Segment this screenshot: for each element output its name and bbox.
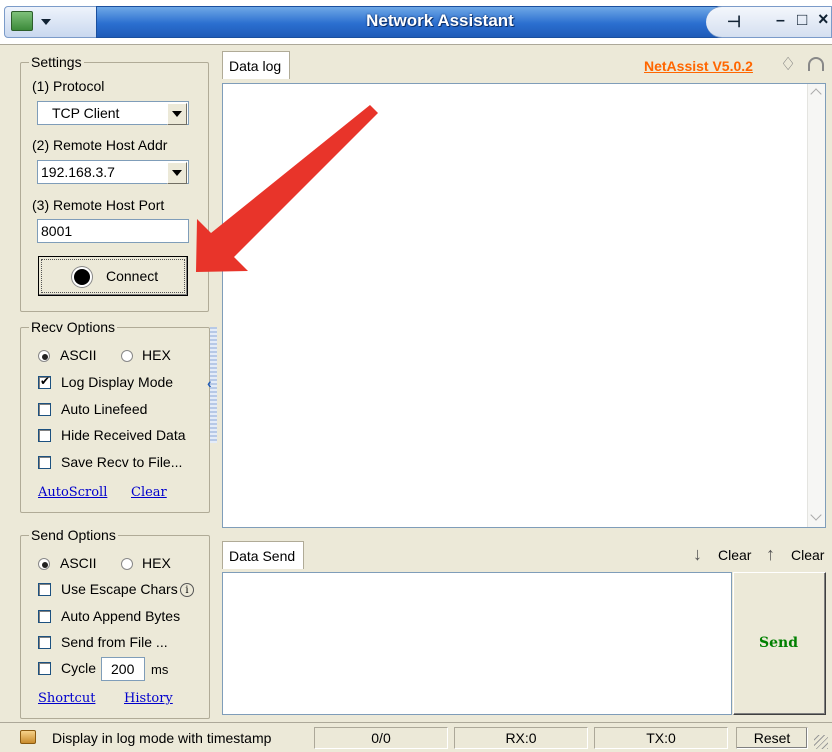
send-ascii-label: ASCII xyxy=(60,555,97,571)
tab-data-send[interactable]: Data Send xyxy=(222,541,304,569)
title-bar[interactable]: Network Assistant ⊣ – □ × xyxy=(0,0,832,44)
shortcut-link[interactable]: Shortcut xyxy=(38,691,95,706)
clear-send-label[interactable]: Clear xyxy=(791,547,824,563)
annotation-arrow xyxy=(196,105,378,272)
auto-linefeed-label: Auto Linefeed xyxy=(61,401,148,417)
clear-down-icon[interactable]: ↓ xyxy=(693,544,702,565)
status-tx: TX:0 xyxy=(594,727,728,749)
chevron-down-icon[interactable] xyxy=(41,19,51,25)
protocol-label: (1) Protocol xyxy=(32,78,105,94)
connect-button-inner: Connect xyxy=(41,259,185,293)
bell-icon[interactable] xyxy=(808,57,824,71)
cycle-interval-input[interactable]: 200 xyxy=(101,657,145,681)
annotation-arrow-shape xyxy=(196,105,378,272)
send-ascii-radio[interactable] xyxy=(38,558,50,570)
connect-button[interactable]: Connect xyxy=(38,256,188,296)
window-controls xyxy=(706,6,832,38)
log-display-mode-checkbox[interactable] xyxy=(38,374,51,389)
send-hex-label: HEX xyxy=(142,555,171,571)
send-button[interactable]: Send xyxy=(733,572,826,715)
auto-linefeed-checkbox[interactable] xyxy=(38,403,51,416)
remote-host-label: (2) Remote Host Addr xyxy=(32,137,168,153)
reset-button[interactable]: Reset xyxy=(736,727,808,749)
chevron-down-icon[interactable] xyxy=(167,103,187,125)
info-icon[interactable]: i xyxy=(180,583,194,597)
scroll-down-icon[interactable] xyxy=(810,509,822,521)
main-frame: Settings (1) Protocol TCP Client (2) Rem… xyxy=(0,44,832,752)
data-log-scrollbar[interactable] xyxy=(807,84,825,527)
recv-hex-label: HEX xyxy=(142,347,171,363)
diamond-icon[interactable]: ♢ xyxy=(780,54,796,75)
cycle-checkbox[interactable] xyxy=(38,662,51,675)
app-icon[interactable] xyxy=(11,11,33,31)
recv-clear-link[interactable]: Clear xyxy=(131,485,167,500)
cycle-interval-value: 200 xyxy=(111,661,135,677)
escape-chars-label: Use Escape Chars xyxy=(61,581,178,597)
status-message: Display in log mode with timestamp xyxy=(52,730,272,746)
save-recv-file-label: Save Recv to File... xyxy=(61,454,183,470)
recv-options-legend: Recv Options xyxy=(31,319,116,335)
history-link[interactable]: History xyxy=(124,691,173,706)
remote-port-input[interactable]: 8001 xyxy=(37,219,189,243)
send-button-label: Send xyxy=(759,635,798,651)
send-options-legend: Send Options xyxy=(31,527,116,543)
close-button[interactable]: × xyxy=(818,9,829,30)
auto-append-checkbox[interactable] xyxy=(38,610,51,623)
collapse-chevron-icon[interactable]: ‹ xyxy=(207,375,212,391)
recv-hex-radio[interactable] xyxy=(121,350,133,362)
minimize-button[interactable]: – xyxy=(776,12,785,30)
send-hex-radio[interactable] xyxy=(121,558,133,570)
data-send-area[interactable] xyxy=(222,572,732,715)
cycle-label: Cycle xyxy=(61,660,97,676)
save-recv-file-checkbox[interactable] xyxy=(38,456,51,469)
clear-recv-label[interactable]: Clear xyxy=(718,547,751,563)
remote-host-value: 192.168.3.7 xyxy=(41,164,115,180)
auto-append-label: Auto Append Bytes xyxy=(61,608,181,624)
recv-ascii-label: ASCII xyxy=(60,347,97,363)
status-bar: Display in log mode with timestamp 0/0 R… xyxy=(0,722,832,752)
resize-grip-icon[interactable] xyxy=(814,735,828,749)
hide-received-label: Hide Received Data xyxy=(61,427,186,443)
tab-data-send-label: Data Send xyxy=(229,548,296,564)
window-title: Network Assistant xyxy=(366,11,514,30)
protocol-select[interactable]: TCP Client xyxy=(37,101,189,125)
status-hand-icon xyxy=(20,730,36,744)
send-from-file-label: Send from File ... xyxy=(61,634,168,650)
pin-icon[interactable]: ⊣ xyxy=(727,12,741,32)
status-counter: 0/0 xyxy=(314,727,448,749)
recv-ascii-radio[interactable] xyxy=(38,350,50,362)
brand-link[interactable]: NetAssist V5.0.2 xyxy=(644,58,753,74)
status-rx: RX:0 xyxy=(454,727,588,749)
escape-chars-checkbox[interactable] xyxy=(38,583,51,596)
protocol-value: TCP Client xyxy=(52,105,120,121)
remote-port-value: 8001 xyxy=(41,223,73,239)
record-dot-icon xyxy=(74,269,90,285)
chevron-down-icon[interactable] xyxy=(167,162,187,184)
log-display-mode-label: Log Display Mode xyxy=(61,374,174,390)
system-menu[interactable] xyxy=(4,6,106,38)
autoscroll-link[interactable]: AutoScroll xyxy=(38,485,107,500)
remote-host-select[interactable]: 192.168.3.7 xyxy=(37,160,189,184)
cycle-unit-label: ms xyxy=(151,662,169,677)
send-from-file-checkbox[interactable] xyxy=(38,636,51,649)
tab-data-log-label: Data log xyxy=(229,58,282,74)
clear-up-icon[interactable]: ↑ xyxy=(766,544,775,565)
connect-label: Connect xyxy=(106,268,159,284)
scroll-up-icon[interactable] xyxy=(810,88,822,100)
remote-port-label: (3) Remote Host Port xyxy=(32,197,165,213)
settings-legend: Settings xyxy=(31,54,82,70)
maximize-button[interactable]: □ xyxy=(797,10,807,30)
tab-data-log[interactable]: Data log xyxy=(222,51,290,79)
hide-received-checkbox[interactable] xyxy=(38,429,51,442)
